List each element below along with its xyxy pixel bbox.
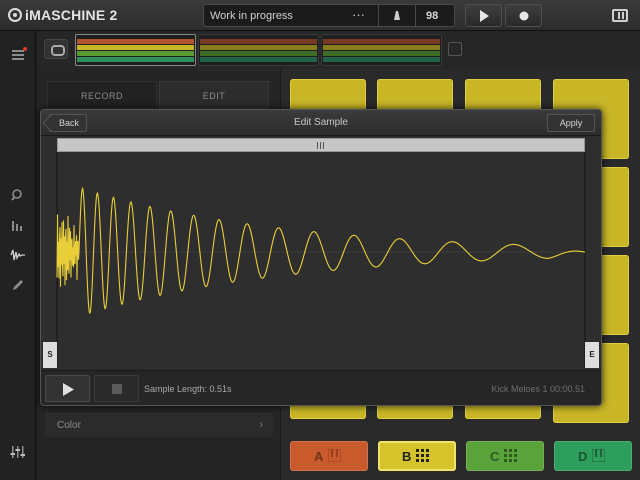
group-overview-c[interactable] (321, 34, 442, 66)
apply-button[interactable]: Apply (547, 114, 595, 132)
maschine-logo-icon (8, 8, 22, 22)
divider (378, 5, 379, 26)
color-label: Color (57, 420, 81, 431)
sample-edit-icon[interactable] (9, 247, 27, 263)
dialog-header: Back Edit Sample Apply (41, 110, 601, 136)
metronome-icon[interactable] (393, 10, 401, 20)
sample-info: Kick Meloes 1 00:00.51 (491, 384, 585, 394)
preview-stop-button[interactable] (94, 375, 139, 402)
left-toolbar (0, 31, 36, 480)
group-letter: C (490, 449, 500, 464)
app-name: iMASCHINE 2 (25, 7, 118, 23)
pad-grid-icon (416, 449, 429, 462)
group-a-button[interactable]: A (290, 441, 368, 471)
project-bar[interactable]: Work in progress ··· 98 (203, 4, 455, 27)
group-b-button[interactable]: B (378, 441, 456, 471)
group-overview-a[interactable] (75, 34, 196, 66)
sound-group-overview (37, 31, 640, 69)
app-logo: iMASCHINE 2 (8, 7, 117, 23)
tempo-display[interactable]: 98 (426, 10, 438, 22)
edit-sample-dialog: Back Edit Sample Apply S E Sample Length… (40, 109, 602, 406)
more-options-icon[interactable]: ··· (352, 7, 365, 22)
browser-panel-icon[interactable] (612, 9, 628, 22)
group-d-button[interactable]: D (554, 441, 632, 471)
app-root: iMASCHINE 2 Work in progress ··· 98 RECO… (0, 0, 640, 480)
play-transport-button[interactable] (465, 4, 502, 27)
grip-handle-icon[interactable] (317, 142, 324, 149)
waveform-display[interactable] (41, 137, 601, 369)
play-icon (480, 10, 489, 22)
preview-play-button[interactable] (45, 375, 90, 402)
loop-icon[interactable] (44, 39, 68, 59)
zoom-scroll-bar[interactable] (57, 138, 585, 152)
end-handle[interactable]: E (585, 342, 599, 368)
start-handle[interactable]: S (43, 342, 57, 368)
group-letter: D (578, 449, 588, 464)
keyboard-icon (592, 449, 605, 462)
record-icon (519, 11, 529, 21)
menu-icon[interactable] (9, 47, 27, 63)
chevron-right-icon: › (259, 419, 263, 431)
mixer-faders-icon[interactable] (9, 444, 27, 460)
divider (415, 5, 416, 26)
pencil-icon[interactable] (9, 277, 27, 293)
group-overview-b[interactable] (198, 34, 319, 66)
top-bar: iMASCHINE 2 Work in progress ··· 98 (0, 0, 640, 31)
add-group-icon[interactable] (448, 42, 462, 56)
pad-grid-icon (504, 449, 517, 462)
group-letter: A (314, 449, 324, 464)
record-transport-button[interactable] (505, 4, 542, 27)
edit-tab[interactable]: EDIT (159, 81, 269, 109)
mixer-levels-icon[interactable] (9, 217, 27, 233)
play-icon (63, 383, 74, 396)
record-tab[interactable]: RECORD (47, 81, 157, 109)
waveform-editor: S E (41, 137, 601, 369)
group-letter: B (402, 449, 412, 464)
color-setting-row[interactable]: Color › (45, 413, 273, 437)
search-icon[interactable] (9, 187, 27, 203)
project-title[interactable]: Work in progress (210, 10, 293, 22)
keyboard-icon (328, 449, 341, 462)
group-c-button[interactable]: C (466, 441, 544, 471)
dialog-footer: Sample Length: 0.51s Kick Meloes 1 00:00… (41, 370, 601, 405)
sample-length: Sample Length: 0.51s (144, 384, 232, 394)
notification-dot (23, 47, 27, 51)
dialog-title: Edit Sample (294, 117, 348, 128)
